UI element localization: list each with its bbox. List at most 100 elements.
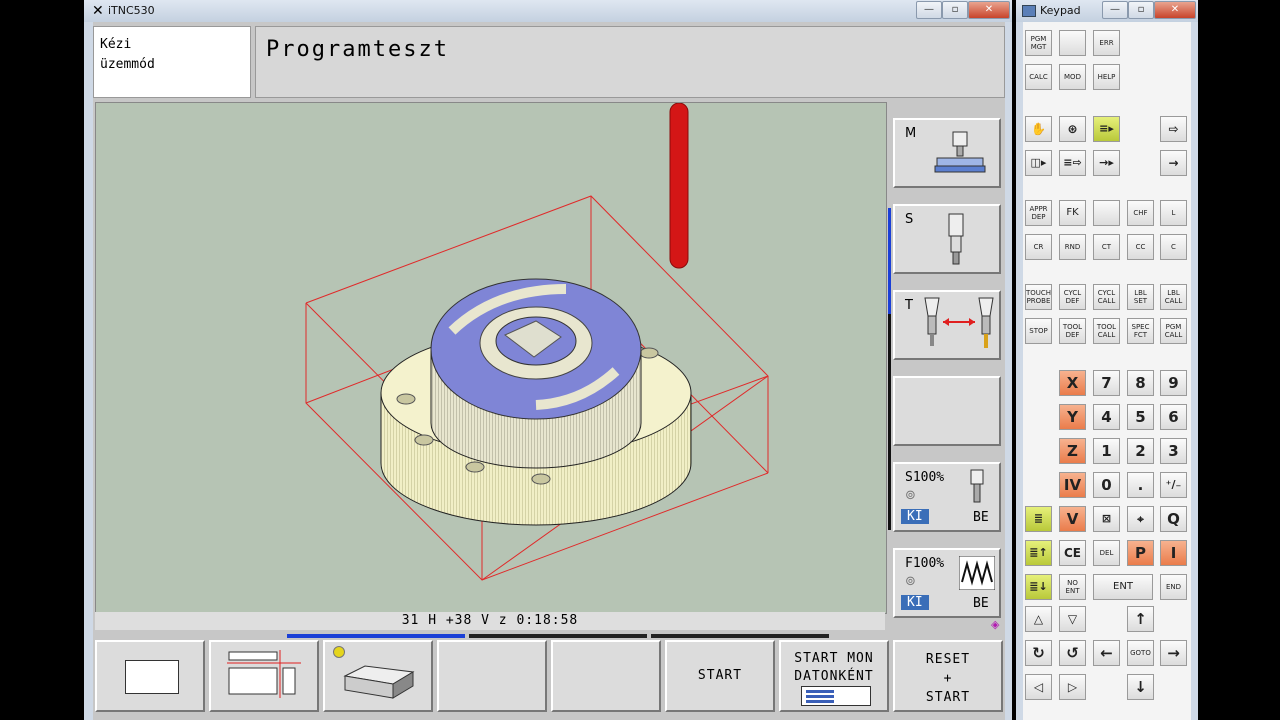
key-cycl-call[interactable]: CYCL CALL [1093, 284, 1120, 310]
edit-key-icon[interactable]: ◫▸ [1025, 150, 1052, 176]
key-end[interactable]: END [1160, 574, 1187, 600]
rotate-ccw-icon[interactable]: ↺ [1059, 640, 1086, 666]
spindle-override-on[interactable]: BE [973, 510, 989, 525]
keypad-minimize-button[interactable]: — [1102, 1, 1128, 19]
key-no-ent[interactable]: NO ENT [1059, 574, 1086, 600]
key-tool-def[interactable]: TOOL DEF [1059, 318, 1086, 344]
close-button[interactable]: ✕ [968, 1, 1010, 19]
key-1[interactable]: 1 [1093, 438, 1120, 464]
key-4[interactable]: 4 [1093, 404, 1120, 430]
softkey-3d-view[interactable] [323, 640, 433, 712]
minimize-button[interactable]: — [916, 1, 942, 19]
feed-override[interactable]: F100% ⊚ KI BE [893, 548, 1001, 618]
feed-override-on[interactable]: BE [973, 596, 989, 611]
side-key-m[interactable]: M [893, 118, 1001, 188]
key-mod[interactable]: MOD [1059, 64, 1086, 90]
rotate-cw-icon[interactable]: ↻ [1025, 640, 1052, 666]
key-axis-x[interactable]: X [1059, 370, 1086, 396]
key-chf[interactable]: CHF [1127, 200, 1154, 226]
key-axis-v[interactable]: V [1059, 506, 1086, 532]
feed-override-off[interactable]: KI [901, 595, 929, 610]
side-key-empty[interactable] [893, 376, 1001, 446]
handwheel-key-icon[interactable]: ⊛ [1059, 116, 1086, 142]
scroll-up-key-icon[interactable]: ≣↑ [1025, 540, 1052, 566]
side-key-t[interactable]: T [893, 290, 1001, 360]
softkey-window[interactable] [95, 640, 205, 712]
keypad-close-button[interactable]: ✕ [1154, 1, 1196, 19]
key-6[interactable]: 6 [1160, 404, 1187, 430]
softkey-reset-start[interactable]: RESET + START [893, 640, 1003, 712]
key-spec-fct[interactable]: SPEC FCT [1127, 318, 1154, 344]
nav-left-icon[interactable]: ◁ [1025, 674, 1052, 700]
test-key-icon[interactable]: ≡⇨ [1059, 150, 1086, 176]
spindle-override[interactable]: S100% ⊚ KI BE [893, 462, 1001, 532]
key-stop[interactable]: STOP [1025, 318, 1052, 344]
key-goto[interactable]: GOTO [1127, 640, 1154, 666]
positioning-key-icon[interactable]: ≡▸ [1093, 116, 1120, 142]
key-i[interactable]: I [1160, 540, 1187, 566]
softkey-split-view[interactable] [209, 640, 319, 712]
key-ent[interactable]: ENT [1093, 574, 1153, 600]
key-appr-dep[interactable]: APPR DEP [1025, 200, 1052, 226]
manual-mode-key-icon[interactable]: ✋ [1025, 116, 1052, 142]
program-run-key-icon[interactable]: ⇨ [1160, 116, 1187, 142]
arrow-right-icon[interactable]: → [1160, 640, 1187, 666]
key-backspace-icon[interactable]: ⊠ [1093, 506, 1120, 532]
key-axis-z[interactable]: Z [1059, 438, 1086, 464]
softkey-start[interactable]: START [665, 640, 775, 712]
key-lbl-call[interactable]: LBL CALL [1160, 284, 1187, 310]
key-rnd[interactable]: RND [1059, 234, 1086, 260]
key-cr[interactable]: CR [1025, 234, 1052, 260]
key-ct[interactable]: CT [1093, 234, 1120, 260]
key-actual-pos-icon[interactable]: ⌖ [1127, 506, 1154, 532]
key-lbl-set[interactable]: LBL SET [1127, 284, 1154, 310]
softkey-empty-2[interactable] [551, 640, 661, 712]
key-axis-iv[interactable]: IV [1059, 472, 1086, 498]
page-down-icon[interactable]: ▽ [1059, 606, 1086, 632]
key-7[interactable]: 7 [1093, 370, 1120, 396]
keypad-titlebar[interactable]: Keypad — ▫ ✕ [1016, 0, 1198, 22]
key-path-blank[interactable] [1093, 200, 1120, 226]
softkey-empty-1[interactable] [437, 640, 547, 712]
key-fk[interactable]: FK [1059, 200, 1086, 226]
key-ce[interactable]: CE [1059, 540, 1086, 566]
key-axis-y[interactable]: Y [1059, 404, 1086, 430]
key-touch-probe[interactable]: TOUCH PROBE [1025, 284, 1052, 310]
side-key-s[interactable]: S [893, 204, 1001, 274]
key-q[interactable]: Q [1160, 506, 1187, 532]
key-pgm-call[interactable]: PGM CALL [1160, 318, 1187, 344]
arrow-down-icon[interactable]: ↓ [1127, 674, 1154, 700]
key-cycl-def[interactable]: CYCL DEF [1059, 284, 1086, 310]
arrow-left-icon[interactable]: ← [1093, 640, 1120, 666]
maximize-button[interactable]: ▫ [942, 1, 968, 19]
scroll-down-key-icon[interactable]: ≣↓ [1025, 574, 1052, 600]
arrow-up-icon[interactable]: ↑ [1127, 606, 1154, 632]
key-9[interactable]: 9 [1160, 370, 1187, 396]
keypad-maximize-button[interactable]: ▫ [1128, 1, 1154, 19]
softkey-single-block[interactable]: START MON DATONKÉNT [779, 640, 889, 712]
simulation-viewport[interactable] [95, 102, 887, 614]
key-del[interactable]: DEL [1093, 540, 1120, 566]
key-8[interactable]: 8 [1127, 370, 1154, 396]
key-help[interactable]: HELP [1093, 64, 1120, 90]
key-pgm-mgt[interactable]: PGM MGT [1025, 30, 1052, 56]
page-up-icon[interactable]: △ [1025, 606, 1052, 632]
key-3[interactable]: 3 [1160, 438, 1187, 464]
single-key-icon[interactable]: →▸ [1093, 150, 1120, 176]
key-decimal[interactable]: . [1127, 472, 1154, 498]
key-2[interactable]: 2 [1127, 438, 1154, 464]
key-sign[interactable]: ⁺∕₋ [1160, 472, 1187, 498]
key-0[interactable]: 0 [1093, 472, 1120, 498]
full-seq-key-icon[interactable]: → [1160, 150, 1187, 176]
key-p[interactable]: P [1127, 540, 1154, 566]
spindle-override-off[interactable]: KI [901, 509, 929, 524]
key-tool-call[interactable]: TOOL CALL [1093, 318, 1120, 344]
itnc-titlebar[interactable]: ✕ iTNC530 — ▫ ✕ [84, 0, 1012, 22]
key-5[interactable]: 5 [1127, 404, 1154, 430]
key-blank-top[interactable] [1059, 30, 1086, 56]
key-l[interactable]: L [1160, 200, 1187, 226]
key-calc[interactable]: CALC [1025, 64, 1052, 90]
key-err[interactable]: ERR [1093, 30, 1120, 56]
key-c[interactable]: C [1160, 234, 1187, 260]
nav-right-icon[interactable]: ▷ [1059, 674, 1086, 700]
